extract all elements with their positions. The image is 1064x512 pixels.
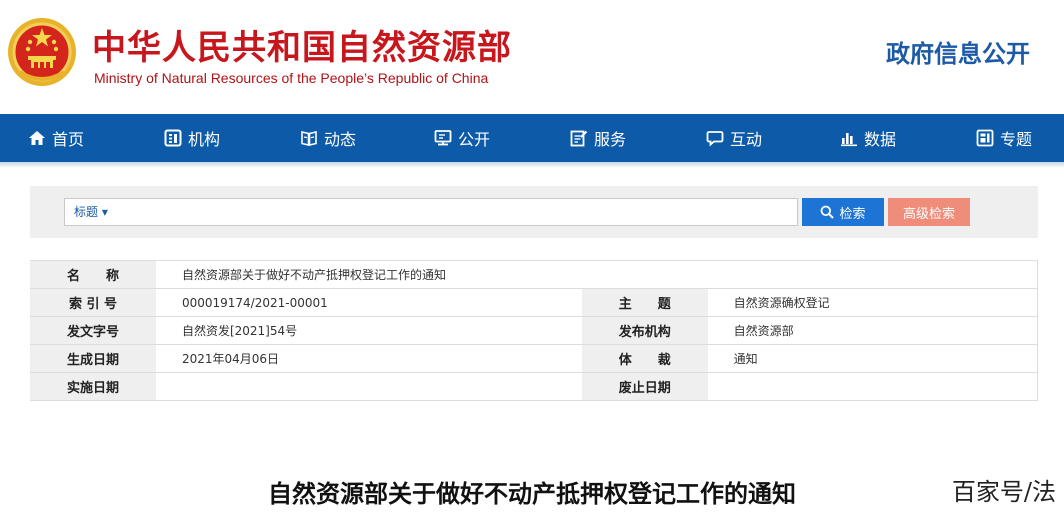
nav-item-topic[interactable]: 专题 (976, 114, 1032, 162)
effective-date-value (155, 372, 582, 401)
national-emblem-icon (8, 18, 76, 86)
table-row: 索 引 号 000019174/2021-00001 主 题 自然资源确权登记 (30, 288, 1038, 317)
search-button-label: 检索 (839, 206, 866, 222)
nav-item-interaction[interactable]: 互动 (706, 114, 762, 162)
created-date-label: 生成日期 (30, 344, 156, 373)
nav-label: 动态 (324, 130, 357, 149)
repeal-date-value (707, 372, 1038, 401)
nav-label: 首页 (52, 130, 85, 149)
nav-item-service[interactable]: 服务 (570, 114, 626, 162)
issuer-value: 自然资源部 (707, 316, 1038, 345)
table-row: 实施日期 废止日期 (30, 372, 1038, 401)
nav-label: 服务 (594, 130, 627, 149)
source-watermark: 百家号/法 (951, 478, 1056, 506)
nav-item-home[interactable]: 首页 (28, 114, 84, 162)
nav-label: 数据 (864, 130, 897, 149)
name-label: 名 称 (30, 260, 156, 289)
nav-divider (0, 162, 1064, 168)
gov-info-disclosure-link[interactable]: 政府信息公开 (886, 34, 1030, 69)
table-row: 名 称 自然资源部关于做好不动产抵押权登记工作的通知 (30, 260, 1038, 289)
organization-icon (164, 129, 182, 147)
index-value: 000019174/2021-00001 (155, 288, 582, 317)
service-icon (570, 130, 588, 147)
document-title: 自然资源部关于做好不动产抵押权登记工作的通知 (268, 480, 796, 508)
search-scope-dropdown[interactable]: 标题 ▾ (74, 203, 108, 220)
nav-label: 公开 (458, 130, 491, 149)
search-input[interactable] (120, 200, 790, 224)
disclosure-icon (434, 130, 452, 146)
subject-value: 自然资源确权登记 (707, 288, 1038, 317)
site-title-en: Ministry of Natural Resources of the Peo… (94, 70, 489, 86)
subject-label: 主 题 (581, 288, 708, 317)
news-icon (301, 130, 317, 147)
repeal-date-label: 废止日期 (581, 372, 708, 401)
created-date-value: 2021年04月06日 (155, 344, 582, 373)
bar-chart-icon (841, 133, 857, 147)
search-button[interactable]: 检索 (802, 198, 884, 226)
name-value: 自然资源部关于做好不动产抵押权登记工作的通知 (155, 260, 1038, 289)
doc-number-label: 发文字号 (30, 316, 156, 345)
index-label: 索 引 号 (30, 288, 156, 317)
nav-label: 互动 (730, 130, 763, 149)
nav-item-organization[interactable]: 机构 (164, 114, 220, 162)
nav-item-data[interactable]: 数据 (840, 114, 896, 162)
topic-icon (976, 129, 994, 147)
chat-icon (706, 131, 724, 147)
site-header: 中华人民共和国自然资源部 Ministry of Natural Resourc… (0, 0, 1064, 112)
advanced-search-button[interactable]: 高级检索 (888, 198, 970, 226)
document-info-table: 名 称 自然资源部关于做好不动产抵押权登记工作的通知 索 引 号 0000191… (30, 260, 1038, 401)
site-title-cn: 中华人民共和国自然资源部 (92, 28, 512, 68)
table-row: 生成日期 2021年04月06日 体 裁 通知 (30, 344, 1038, 373)
home-icon (29, 131, 45, 145)
nav-label: 机构 (188, 130, 221, 149)
genre-value: 通知 (707, 344, 1038, 373)
issuer-label: 发布机构 (581, 316, 708, 345)
nav-label: 专题 (1000, 130, 1033, 149)
table-row: 发文字号 自然资发[2021]54号 发布机构 自然资源部 (30, 316, 1038, 345)
main-nav: 首页 机构 动态 公开 服务 互动 数据 专题 (0, 114, 1064, 162)
nav-item-disclosure[interactable]: 公开 (434, 114, 490, 162)
genre-label: 体 裁 (581, 344, 708, 373)
effective-date-label: 实施日期 (30, 372, 156, 401)
search-icon (821, 205, 835, 219)
nav-item-news[interactable]: 动态 (300, 114, 356, 162)
doc-number-value: 自然资发[2021]54号 (155, 316, 582, 345)
